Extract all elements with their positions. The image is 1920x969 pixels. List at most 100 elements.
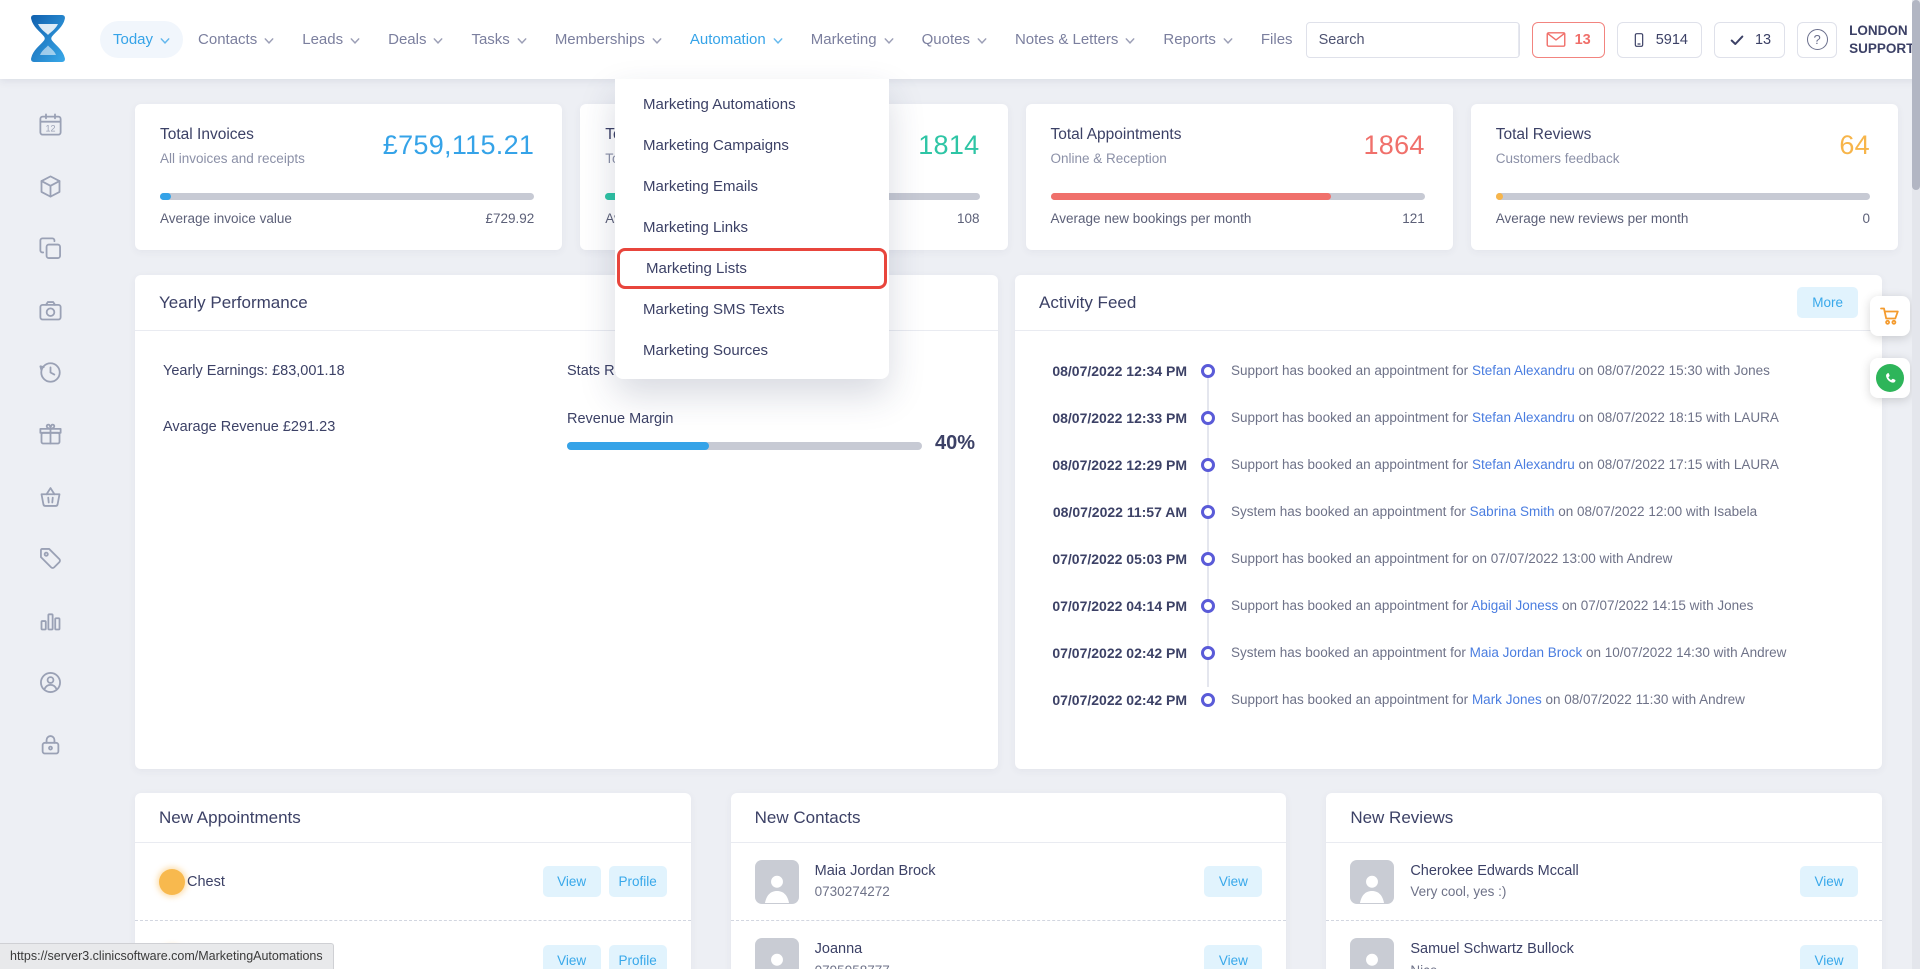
user-silhouette-icon [1355,868,1389,904]
user-silhouette-icon [760,868,794,904]
nav-item-notes-letters[interactable]: Notes & Letters [1002,21,1148,58]
view-button[interactable]: View [1800,945,1858,969]
app-logo-icon[interactable] [22,12,74,68]
search-box [1306,22,1520,58]
cart-widget-button[interactable] [1870,296,1910,336]
more-button[interactable]: More [1797,287,1858,318]
view-button[interactable]: View [543,945,601,969]
nav-item-files[interactable]: Files [1248,21,1306,58]
panel-header: Activity Feed More [1015,275,1882,331]
card-subtitle: Customers feedback [1496,151,1620,166]
nav-item-tasks[interactable]: Tasks [458,21,539,58]
timeline-dot-icon [1201,552,1215,566]
nav-item-leads[interactable]: Leads [289,21,373,58]
nav-item-marketing[interactable]: Marketing [798,21,907,58]
profile-button[interactable]: Profile [609,866,667,897]
view-button[interactable]: View [1204,866,1262,897]
chevron-down-icon [884,37,894,45]
camera-icon[interactable] [37,297,64,324]
nav-item-today[interactable]: Today [100,21,183,58]
nav-item-quotes[interactable]: Quotes [909,21,1000,58]
view-button[interactable]: View [1204,945,1262,969]
chart-icon[interactable] [37,607,64,634]
mail-notifications-button[interactable]: 13 [1532,22,1605,58]
feed-post: on 08/07/2022 18:15 with LAURA [1579,410,1779,425]
menu-item-marketing-sms-texts[interactable]: Marketing SMS Texts [615,289,889,330]
support-icon[interactable] [37,669,64,696]
contact-link[interactable]: Stefan Alexandru [1472,363,1575,378]
menu-item-marketing-lists[interactable]: Marketing Lists [617,248,887,289]
svg-text:12: 12 [45,123,55,133]
feed-text: Support has booked an appointment for St… [1231,363,1770,378]
yearly-performance-body: Yearly Earnings: £83,001.18 Avarage Reve… [135,331,998,768]
view-button[interactable]: View [543,866,601,897]
review-row: Samuel Schwartz Bullock Nice View [1326,921,1882,969]
average-revenue: Avarage Revenue £291.23 [163,419,335,435]
history-icon[interactable] [37,359,64,386]
feed-text: Support has booked an appointment for Ab… [1231,598,1753,613]
card-footer: Average new reviews per month 0 [1496,211,1870,226]
phone-icon [1876,364,1904,392]
link-status-tooltip: https://server3.clinicsoftware.com/Marke… [0,943,334,969]
contact-link[interactable]: Maia Jordan Brock [1470,645,1583,660]
calendar-icon[interactable]: 12 [37,111,64,138]
panel-title: Activity Feed [1039,293,1136,313]
account-menu[interactable]: LONDON SUPPORT [1849,21,1920,59]
nav-item-deals[interactable]: Deals [375,21,456,58]
search-icon[interactable] [1518,23,1520,57]
menu-item-marketing-links[interactable]: Marketing Links [615,207,889,248]
view-button[interactable]: View [1800,866,1858,897]
contact-link[interactable]: Sabrina Smith [1470,504,1555,519]
search-input[interactable] [1307,23,1518,57]
account-name: LONDON SUPPORT [1849,22,1914,57]
phone-calls-button[interactable]: 5914 [1617,22,1702,58]
feed-entry: 07/07/2022 04:14 PM Support has booked a… [1015,582,1882,629]
basket-icon[interactable] [37,483,64,510]
menu-item-marketing-emails[interactable]: Marketing Emails [615,166,889,207]
review-note: Very cool, yes :) [1410,882,1578,902]
feed-pre: Support has booked an appointment for [1231,551,1468,566]
card-subtitle: All invoices and receipts [160,151,305,166]
help-button[interactable]: ? [1797,22,1837,58]
menu-item-marketing-campaigns[interactable]: Marketing Campaigns [615,125,889,166]
package-icon[interactable] [37,173,64,200]
panel-title: New Appointments [159,808,301,828]
review-row: Cherokee Edwards Mccall Very cool, yes :… [1326,843,1882,921]
nav-item-reports[interactable]: Reports [1150,21,1246,58]
appointment-row: Chest View Profile [135,843,691,921]
timeline-dot-icon [1201,411,1215,425]
contact-avatar [755,860,799,904]
panel-header: New Appointments [135,793,691,843]
contact-link[interactable]: Stefan Alexandru [1472,410,1575,425]
contact-link[interactable]: Abigail Joness [1471,598,1558,613]
tag-icon[interactable] [37,545,64,572]
menu-item-marketing-automations[interactable]: Marketing Automations [615,84,889,125]
card-footer: Average invoice value £729.92 [160,211,534,226]
profile-button[interactable]: Profile [609,945,667,969]
copy-icon[interactable] [37,235,64,262]
gift-icon[interactable] [37,421,64,448]
footer-label: Average new bookings per month [1051,211,1252,226]
nav-item-contacts[interactable]: Contacts [185,21,287,58]
feed-entry: 07/07/2022 02:42 PM System has booked an… [1015,629,1882,676]
timeline-dot-icon [1201,693,1215,707]
panel-title: New Reviews [1350,808,1453,828]
scrollbar-thumb[interactable] [1912,0,1920,190]
nav-item-automation[interactable]: Automation [677,21,796,58]
activity-feed-panel: Activity Feed More 08/07/2022 12:34 PM S… [1015,275,1882,769]
contact-link[interactable]: Mark Jones [1472,692,1542,707]
feed-text: Support has booked an appointment for St… [1231,457,1779,472]
feed-timestamp: 07/07/2022 04:14 PM [1015,598,1187,614]
chevron-down-icon [517,37,527,45]
panel-title: New Contacts [755,808,861,828]
contact-link[interactable]: Stefan Alexandru [1472,457,1575,472]
tasks-done-button[interactable]: 13 [1714,22,1785,58]
footer-label: Average invoice value [160,211,292,226]
lock-icon[interactable] [37,731,64,758]
main-nav: Today Contacts Leads Deals Tasks Members… [100,21,1306,58]
nav-item-memberships[interactable]: Memberships [542,21,675,58]
call-widget-button[interactable] [1870,358,1910,398]
menu-item-marketing-sources[interactable]: Marketing Sources [615,330,889,371]
user-silhouette-icon [1355,946,1389,969]
feed-text: Support has booked an appointment for Ma… [1231,692,1745,707]
